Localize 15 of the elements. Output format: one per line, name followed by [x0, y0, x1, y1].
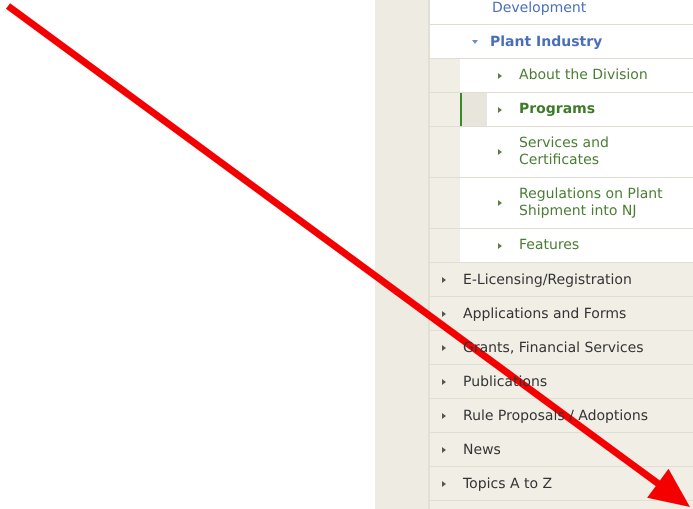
bullet-icon — [442, 412, 446, 418]
bullet-icon — [498, 72, 502, 78]
bullet-icon — [498, 242, 502, 248]
bullet-icon — [498, 106, 502, 112]
bullet-icon — [498, 200, 502, 206]
bullet-icon — [442, 480, 446, 486]
bullet-icon — [442, 276, 446, 282]
menu-link[interactable]: E-Licensing/Registration — [463, 272, 632, 288]
menu-link[interactable]: Topics A to Z — [463, 476, 552, 492]
menu-link[interactable]: Applications and Forms — [463, 306, 626, 322]
bullet-icon — [442, 344, 446, 350]
bullet-icon — [498, 149, 502, 155]
bullet-icon — [442, 446, 446, 452]
menu-link[interactable]: News — [463, 442, 501, 458]
bullet-icon — [442, 378, 446, 384]
